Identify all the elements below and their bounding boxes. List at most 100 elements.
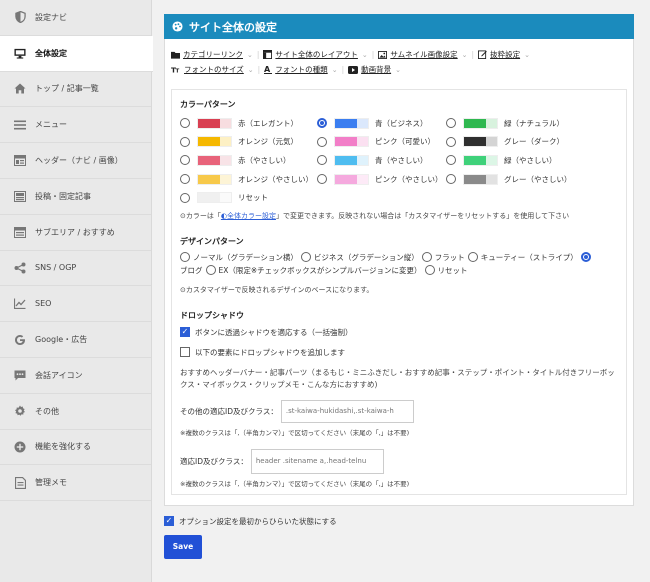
sidebar-item-8[interactable]: SEO	[0, 286, 151, 323]
apply-id-field-row: 適応ID及びクラス：	[180, 448, 618, 474]
color-option[interactable]: 青（ビジネス）	[317, 117, 437, 129]
sidebar-item-5[interactable]: 投稿・固定記事	[0, 179, 151, 215]
options-section: カラーパターン 赤（エレガント） 青（ビジネス） 緑（ナチュラル） オレンジ（元気） ピ…	[171, 89, 627, 495]
design-option[interactable]: ノーマル（グラデーション横）	[180, 251, 298, 264]
tab-label: フォントのサイズ	[184, 65, 244, 74]
sidebar-item-3[interactable]: メニュー	[0, 107, 151, 144]
sidebar-item-6[interactable]: サブエリア / おすすめ	[0, 215, 151, 251]
sidebar: 設定ナビ 全体設定トップ / 記事一覧 メニューヘッダー（ナビ / 画像） 投稿・固定…	[0, 0, 153, 582]
sidebar-item-label: メニュー	[35, 120, 67, 130]
color-option[interactable]: グレー（やさしい）	[446, 173, 572, 185]
swatch-segment	[198, 155, 209, 165]
color-label: オレンジ（やさしい）	[238, 174, 313, 184]
color-radio[interactable]	[317, 118, 327, 129]
color-swatch	[463, 117, 498, 129]
design-pattern-options: ノーマル（グラデーション横） ビジネス（グラデーション縦） フラット キューティー（ス…	[180, 251, 618, 277]
chart-line-icon	[14, 298, 26, 310]
color-radio[interactable]	[180, 155, 190, 166]
swatch-segment	[209, 174, 220, 184]
color-radio[interactable]	[317, 155, 327, 166]
other-id-input[interactable]	[280, 399, 414, 423]
design-option[interactable]	[580, 252, 594, 263]
tab-1[interactable]: サイト全体のレイアウト ⌄ |	[263, 47, 374, 62]
sidebar-item-12[interactable]: 機能を強化する	[0, 430, 151, 466]
tab-4[interactable]: T T フォントのサイズ ⌄ |	[171, 62, 260, 77]
shadow-elements-checkbox[interactable]	[180, 347, 190, 358]
sidebar-item-2[interactable]: トップ / 記事一覧	[0, 72, 151, 108]
color-radio[interactable]	[180, 136, 190, 147]
tab-2[interactable]: サムネイル画像設定 ⌄ |	[378, 47, 474, 62]
layout-header-icon	[14, 155, 26, 167]
design-radio[interactable]	[424, 265, 435, 276]
design-option[interactable]: EX（限定※チェックボックスがシンプルバージョンに変更）	[205, 264, 422, 277]
color-radio[interactable]	[317, 174, 327, 185]
tab-3[interactable]: 抜粋設定 ⌄	[478, 47, 530, 62]
design-radio[interactable]	[300, 252, 311, 263]
tab-0[interactable]: カテゴリーリンク ⌄ |	[171, 47, 259, 62]
color-option[interactable]: 赤（やさしい）	[180, 154, 308, 166]
color-option[interactable]: ピンク（やさしい）	[317, 173, 443, 185]
design-option[interactable]: キューティー（ストライプ）	[467, 251, 578, 264]
google-icon	[14, 334, 26, 346]
color-option[interactable]: ピンク（可愛い）	[317, 136, 437, 148]
edit-icon	[478, 50, 487, 59]
open-options-option[interactable]: ✓ オプション設定を最初からひらいた状態にする	[164, 516, 634, 527]
color-option[interactable]: グレー（ダーク）	[446, 136, 566, 148]
apply-id-input[interactable]	[250, 448, 384, 474]
color-radio[interactable]	[180, 174, 190, 185]
swatch-segment	[357, 174, 368, 184]
design-radio[interactable]	[180, 252, 190, 263]
swatch-segment	[475, 174, 486, 184]
color-option[interactable]: オレンジ（やさしい）	[180, 173, 313, 185]
color-note: ⊙カラーは「◐全体カラー設定」で変更できます。反映されない場合は「カスタマイザー…	[180, 211, 618, 222]
color-option[interactable]: 青（やさしい）	[317, 154, 437, 166]
color-radio[interactable]	[446, 155, 456, 166]
sidebar-item-0[interactable]: 設定ナビ	[0, 0, 151, 36]
swatch-segment	[464, 155, 475, 165]
sidebar-item-9[interactable]: Google・広告	[0, 322, 151, 358]
shadow-buttons-option[interactable]: ✓ ボタンに透過シャドウを適応する（一括強制）	[180, 327, 618, 338]
shadow-elements-option[interactable]: 以下の要素にドロップシャドウを追加します	[180, 347, 618, 358]
sidebar-item-11[interactable]: その他	[0, 394, 151, 430]
sidebar-item-4[interactable]: ヘッダー（ナビ / 画像）	[0, 143, 151, 179]
color-option[interactable]: オレンジ（元気）	[180, 136, 308, 148]
open-options-label: オプション設定を最初からひらいた状態にする	[179, 516, 337, 526]
design-option[interactable]: フラット	[421, 251, 465, 264]
design-option[interactable]: ビジネス（グラデーション縦）	[300, 251, 419, 264]
design-radio[interactable]	[421, 252, 432, 263]
color-note-suffix: 」で変更できます。反映されない場合は「カスタマイザーをリセットする」を使用して下…	[275, 211, 570, 220]
color-radio[interactable]	[180, 118, 190, 129]
sidebar-item-label: SEO	[35, 299, 52, 309]
sidebar-item-13[interactable]: 管理メモ	[0, 465, 151, 502]
sidebar-item-7[interactable]: SNS / OGP	[0, 251, 151, 287]
global-color-link[interactable]: ◐全体カラー設定	[221, 212, 276, 220]
color-option[interactable]: リセット	[180, 192, 308, 204]
design-radio[interactable]	[205, 265, 216, 276]
shadow-buttons-checkbox[interactable]: ✓	[180, 327, 190, 338]
sidebar-item-1[interactable]: 全体設定	[0, 35, 153, 72]
tab-label: 動画背景	[361, 65, 392, 74]
color-radio[interactable]	[446, 174, 456, 185]
design-radio[interactable]	[467, 252, 478, 263]
color-swatch	[197, 192, 232, 204]
video-icon	[348, 65, 359, 74]
color-radio[interactable]	[317, 136, 327, 147]
swatch-segment	[346, 155, 357, 165]
tab-6[interactable]: 動画背景 ⌄	[348, 62, 401, 77]
open-options-checkbox[interactable]: ✓	[164, 516, 174, 527]
save-button[interactable]: Save	[164, 534, 202, 559]
color-option[interactable]: 緑（ナチュラル）	[446, 117, 566, 129]
color-radio[interactable]	[446, 118, 456, 129]
svg-text:T: T	[176, 68, 180, 73]
color-radio[interactable]	[446, 136, 456, 147]
color-option[interactable]: 赤（エレガント）	[180, 117, 308, 129]
sidebar-item-label: トップ / 記事一覧	[35, 84, 99, 94]
swatch-segment	[464, 118, 475, 128]
post-icon	[14, 190, 26, 202]
design-radio[interactable]	[580, 252, 591, 263]
color-radio[interactable]	[180, 192, 190, 203]
tab-5[interactable]: A フォントの種類 ⌄ |	[264, 62, 344, 77]
sidebar-item-10[interactable]: 会話アイコン	[0, 358, 151, 394]
color-option[interactable]: 緑（やさしい）	[446, 154, 566, 166]
design-option[interactable]: リセット	[424, 264, 468, 277]
